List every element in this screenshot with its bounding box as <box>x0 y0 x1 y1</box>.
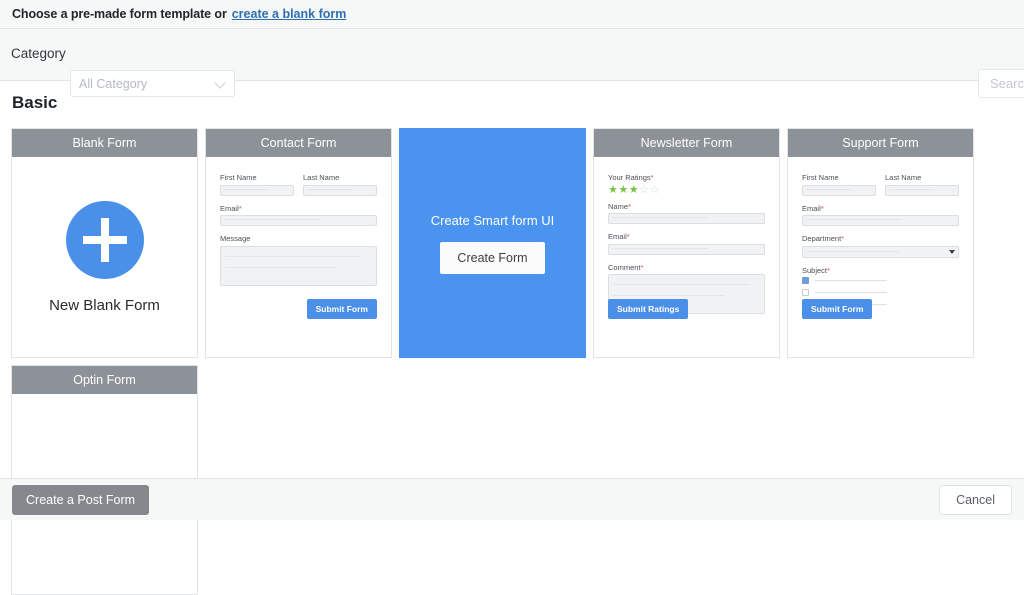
topbar: Choose a pre-made form template or creat… <box>0 0 1024 29</box>
name-label-text: Name <box>608 201 629 211</box>
required-mark: * <box>628 201 631 211</box>
email-label: Email* <box>220 204 377 213</box>
option-line <box>815 280 887 281</box>
create-blank-form-link[interactable]: create a blank form <box>232 7 347 21</box>
template-grid: Blank Form New Blank Form Contact Form F… <box>11 128 1013 595</box>
checkbox-icon <box>802 289 809 296</box>
filter-bar: Category All Category <box>0 29 1024 98</box>
required-mark: * <box>820 203 824 213</box>
ratings-label-text: Your Ratings <box>608 173 651 182</box>
required-mark: * <box>640 262 644 272</box>
last-name-label: Last Name <box>885 173 922 182</box>
template-card-hover-overlay[interactable]: Create Smart form UI Create Form <box>399 128 586 358</box>
card-title: Newsletter Form <box>594 129 779 157</box>
card-body: First Name Last Name Email* Department* … <box>788 157 973 357</box>
first-name-label: First Name <box>220 173 257 182</box>
star-icon: ☆ <box>649 183 660 196</box>
star-icon: ★ <box>628 183 640 196</box>
search-box[interactable] <box>978 69 1024 98</box>
required-mark: * <box>650 173 654 182</box>
star-rating: ★★★☆☆ <box>608 183 765 196</box>
template-chooser-screen: Choose a pre-made form template or creat… <box>0 0 1024 595</box>
email-field <box>802 215 959 226</box>
new-blank-form-label: New Blank Form <box>49 296 160 314</box>
ratings-label: Your Ratings* <box>608 173 765 182</box>
department-select <box>802 245 959 258</box>
template-card-newsletter-form[interactable]: Newsletter Form Your Ratings* ★★★☆☆ Name… <box>593 128 780 358</box>
submit-form-button: Submit Form <box>802 299 873 319</box>
card-title: Blank Form <box>12 129 197 157</box>
option-line <box>815 292 887 293</box>
submit-ratings-button: Submit Ratings <box>608 299 689 319</box>
chevron-down-icon <box>215 78 226 89</box>
department-label: Department* <box>802 234 959 243</box>
required-mark: * <box>238 203 242 213</box>
page-title: Basic <box>12 93 58 112</box>
caret-down-icon <box>949 249 955 254</box>
subject-label-text: Subject <box>802 265 828 275</box>
search-input[interactable] <box>988 75 1024 92</box>
email-label: Email* <box>608 232 765 241</box>
email-field <box>608 243 765 255</box>
card-body: New Blank Form <box>12 157 197 357</box>
category-select-value: All Category <box>79 76 148 91</box>
email-field <box>220 215 377 226</box>
category-label: Category <box>11 46 66 61</box>
department-label-text: Department <box>802 234 842 243</box>
cancel-button[interactable]: Cancel <box>939 484 1012 515</box>
create-form-button[interactable]: Create Form <box>440 241 545 274</box>
template-card-contact-form[interactable]: Contact Form First Name Last Name Email*… <box>205 128 392 358</box>
footer-bar: Create a Post Form Cancel <box>0 478 1024 520</box>
card-body: Your Ratings* ★★★☆☆ Name* Email* Comment… <box>594 157 779 357</box>
message-label: Message <box>220 234 251 243</box>
plus-icon <box>65 200 144 279</box>
create-post-form-button[interactable]: Create a Post Form <box>12 484 150 515</box>
star-icon: ★ <box>608 183 619 196</box>
subject-option <box>802 289 959 296</box>
first-name-field <box>220 184 294 196</box>
checkbox-icon <box>802 277 809 284</box>
star-icon: ★ <box>618 183 629 196</box>
name-label: Name* <box>608 202 765 211</box>
comment-label: Comment* <box>608 263 765 272</box>
required-mark: * <box>626 232 630 241</box>
last-name-field <box>885 184 959 196</box>
star-icon: ☆ <box>639 183 650 196</box>
template-card-blank-form[interactable]: Blank Form New Blank Form <box>11 128 198 358</box>
subject-label: Subject* <box>802 266 959 275</box>
message-field <box>220 245 377 286</box>
first-name-label: First Name <box>802 173 839 182</box>
category-select[interactable]: All Category <box>70 70 235 97</box>
template-card-support-form[interactable]: Support Form First Name Last Name Email*… <box>787 128 974 358</box>
subject-option <box>802 277 959 284</box>
submit-form-button: Submit Form <box>306 299 377 319</box>
last-name-field <box>303 184 377 196</box>
name-field <box>608 213 765 224</box>
hover-title: Create Smart form UI <box>430 212 555 228</box>
first-name-field <box>802 184 876 196</box>
required-mark: * <box>841 234 845 243</box>
required-mark: * <box>827 265 830 275</box>
email-label: Email* <box>802 204 959 213</box>
card-title: Optin Form <box>12 366 197 394</box>
card-title: Support Form <box>788 129 973 157</box>
comment-label-text: Comment <box>608 262 641 272</box>
last-name-label: Last Name <box>303 173 340 182</box>
topbar-prompt: Choose a pre-made form template or <box>12 7 227 21</box>
card-title: Contact Form <box>206 129 391 157</box>
email-label-text: Email <box>802 203 821 213</box>
email-label-text: Email <box>220 203 239 213</box>
card-body: First Name Last Name Email* Message Subm… <box>206 157 391 357</box>
email-label-text: Email <box>608 232 627 241</box>
